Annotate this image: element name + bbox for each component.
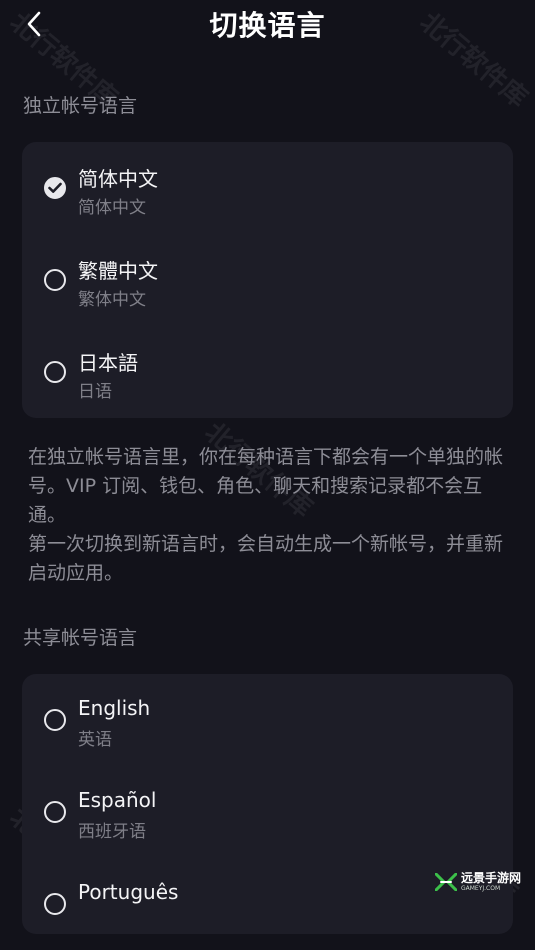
language-label: Português [78,880,179,904]
logo-icon [434,873,457,891]
independent-note: 在独立帐号语言里，你在每种语言下都会有一个单独的帐号。VIP 订阅、钱包、角色、… [28,443,512,588]
radio-unchecked[interactable] [44,893,66,915]
language-label: English [78,696,151,720]
logo-text: 远景手游网 [460,871,521,885]
shared-language-card: English 英语 Español 西班牙语 Português [22,674,513,934]
language-option-zh-hant[interactable]: 繁體中文 繁体中文 [22,234,513,326]
checkmark-icon [48,182,62,193]
top-bar: 切换语言 [0,0,535,48]
note-paragraph: 第一次切换到新语言时，会自动生成一个新帐号，并重新启动应用。 [28,533,504,584]
language-option-zh-hans[interactable]: 简体中文 简体中文 [22,142,513,234]
language-sublabel: 英语 [78,730,112,750]
radio-unchecked[interactable] [44,361,66,383]
page-title: 切换语言 [209,9,326,42]
language-option-ja[interactable]: 日本語 日语 [22,326,513,418]
independent-language-card: 简体中文 简体中文 繁體中文 繁体中文 日本語 日语 [22,142,513,418]
note-paragraph: 在独立帐号语言里，你在每种语言下都会有一个单独的帐号。VIP 订阅、钱包、角色、… [28,446,504,526]
radio-checked[interactable] [44,177,66,199]
language-sublabel: 繁体中文 [78,290,146,310]
language-option-en[interactable]: English 英语 [22,674,513,766]
language-option-es[interactable]: Español 西班牙语 [22,766,513,858]
language-sublabel: 西班牙语 [78,822,146,842]
section-header-shared: 共享帐号语言 [23,627,138,649]
language-label: 日本語 [78,351,138,375]
radio-unchecked[interactable] [44,269,66,291]
language-label: 繁體中文 [78,259,158,283]
radio-unchecked[interactable] [44,801,66,823]
language-label: 简体中文 [78,167,158,191]
site-logo: 远景手游网 GAMEYJ.COM [434,871,521,892]
logo-subtext: GAMEYJ.COM [460,885,501,892]
language-sublabel: 日语 [78,382,112,402]
section-header-independent: 独立帐号语言 [23,95,138,117]
language-label: Español [78,788,157,812]
language-sublabel: 简体中文 [78,198,146,218]
radio-unchecked[interactable] [44,709,66,731]
